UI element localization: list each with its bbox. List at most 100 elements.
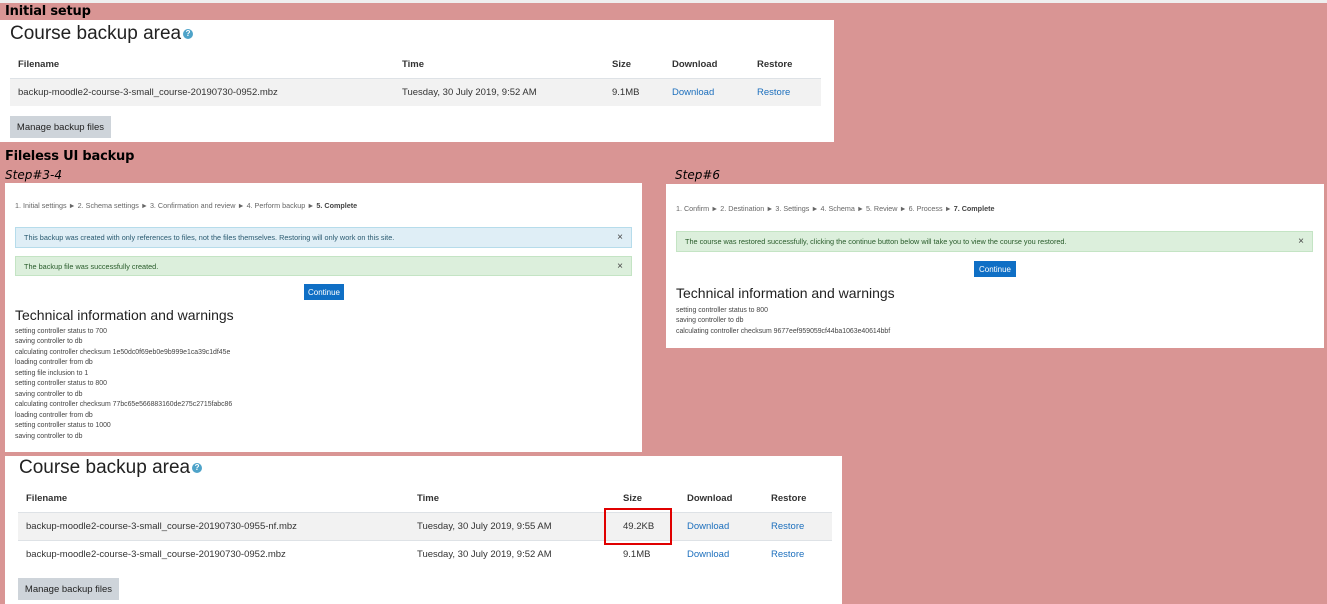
size-highlight-box [604,508,672,545]
close-icon[interactable]: × [617,232,623,243]
breadcrumb-item: 5. Review [865,204,898,213]
breadcrumb-item: 1. Initial settings [15,201,67,210]
restore-cell: Restore [749,78,821,106]
filename-cell: backup-moodle2-course-3-small_course-201… [18,512,409,541]
breadcrumb-item: 3. Settings [775,204,810,213]
table-row: backup-moodle2-course-3-small_course-201… [18,512,832,541]
restore-complete-panel: 1. Confirm ► 2. Destination ► 3. Setting… [666,184,1324,348]
breadcrumb-item: 2. Schema settings [77,201,139,210]
time-cell: Tuesday, 30 July 2019, 9:52 AM [409,540,615,568]
section-label-fileless: Fileless UI backup [5,149,135,164]
continue-button[interactable]: Continue [304,284,344,300]
restore-link[interactable]: Restore [771,521,804,532]
table-header-row: Filename Time Size Download Restore [18,484,832,513]
download-link[interactable]: Download [687,521,729,532]
separator-icon: ► [899,204,907,213]
breadcrumb-current: 5. Complete [316,201,358,210]
breadcrumb: 1. Confirm ► 2. Destination ► 3. Setting… [676,204,994,213]
log-line: setting controller status to 800 [676,307,768,314]
step-label-6: Step#6 [675,168,721,182]
success-alert: The backup file was successfully created… [15,256,632,276]
breadcrumb-item: 6. Process [908,204,943,213]
separator-icon: ► [68,201,76,210]
log-line: loading controller from db [15,411,93,419]
help-icon[interactable]: ? [192,462,203,473]
column-header: Filename [18,484,409,513]
table-header-row: Filename Time Size Download Restore [10,50,821,79]
filename-cell: backup-moodle2-course-3-small_course-201… [10,78,394,106]
log-line: setting file inclusion to 1 [15,369,89,377]
download-cell: Download [679,512,763,541]
log-line: saving controller to db [676,317,744,325]
column-header: Size [604,50,664,79]
tech-log: setting controller status to 800 saving … [676,306,890,337]
backup-files-table: Filename Time Size Download Restore back… [18,484,832,568]
manage-backup-files-button[interactable]: Manage backup files [18,578,119,600]
log-line: setting controller status to 800 [15,380,107,388]
restore-cell: Restore [763,512,832,541]
restore-cell: Restore [763,540,832,568]
info-alert-text: This backup was created with only refere… [24,233,395,242]
tech-info-heading: Technical information and warnings [676,285,895,301]
tech-log: setting controller status to 700 saving … [15,327,232,442]
column-header: Filename [10,50,394,79]
close-icon[interactable]: × [617,261,623,272]
success-alert: The course was restored successfully, cl… [676,231,1313,252]
step-label-3-4: Step#3-4 [5,168,62,182]
column-header: Restore [763,484,832,513]
log-line: loading controller from db [15,359,93,367]
top-strip [0,0,1327,3]
help-icon[interactable]: ? [183,28,194,39]
page-title: Course backup area? [19,457,203,479]
breadcrumb-item: 2. Destination [720,204,765,213]
separator-icon: ► [856,204,864,213]
separator-icon: ► [944,204,952,213]
log-line: calculating controller checksum 1e50dc0f… [15,348,231,356]
separator-icon: ► [811,204,819,213]
success-alert-text: The course was restored successfully, cl… [685,237,1067,246]
log-line: calculating controller checksum 9677eef9… [676,327,891,335]
separator-icon: ► [766,204,774,213]
separator-icon: ► [711,204,719,213]
separator-icon: ► [307,201,315,210]
log-line: saving controller to db [15,338,83,346]
breadcrumb-item: 4. Schema [820,204,855,213]
column-header: Download [679,484,763,513]
log-line: saving controller to db [15,390,83,398]
log-line: saving controller to db [15,432,83,440]
download-link[interactable]: Download [687,549,729,560]
backup-complete-panel: 1. Initial settings ► 2. Schema settings… [5,183,642,452]
time-cell: Tuesday, 30 July 2019, 9:52 AM [394,78,604,106]
info-alert: This backup was created with only refere… [15,227,632,248]
breadcrumb-current: 7. Complete [953,204,995,213]
download-cell: Download [679,540,763,568]
size-cell: 9.1MB [604,78,664,106]
restore-link[interactable]: Restore [757,87,790,98]
table-row: backup-moodle2-course-3-small_course-201… [18,540,832,568]
manage-backup-files-button[interactable]: Manage backup files [10,116,111,138]
final-backup-panel: Course backup area? Filename Time Size D… [5,456,842,604]
breadcrumb-item: 1. Confirm [676,204,710,213]
log-line: setting controller status to 1000 [15,422,111,430]
close-icon[interactable]: × [1298,236,1304,247]
continue-button[interactable]: Continue [974,261,1016,277]
column-header: Time [409,484,615,513]
column-header: Time [394,50,604,79]
filename-cell: backup-moodle2-course-3-small_course-201… [18,540,409,568]
initial-backup-panel: Course backup area? Filename Time Size D… [0,20,834,142]
table-row: backup-moodle2-course-3-small_course-201… [10,78,821,106]
separator-icon: ► [237,201,245,210]
tech-info-heading: Technical information and warnings [15,307,234,323]
restore-link[interactable]: Restore [771,549,804,560]
column-header: Restore [749,50,821,79]
separator-icon: ► [140,201,148,210]
backup-files-table: Filename Time Size Download Restore back… [10,50,821,106]
download-cell: Download [664,78,749,106]
log-line: setting controller status to 700 [15,328,107,335]
breadcrumb-item: 4. Perform backup [246,201,306,210]
column-header: Download [664,50,749,79]
breadcrumb: 1. Initial settings ► 2. Schema settings… [15,201,357,210]
section-label-initial-setup: Initial setup [5,4,91,19]
download-link[interactable]: Download [672,87,714,98]
log-line: calculating controller checksum 77bc65e5… [15,401,233,409]
